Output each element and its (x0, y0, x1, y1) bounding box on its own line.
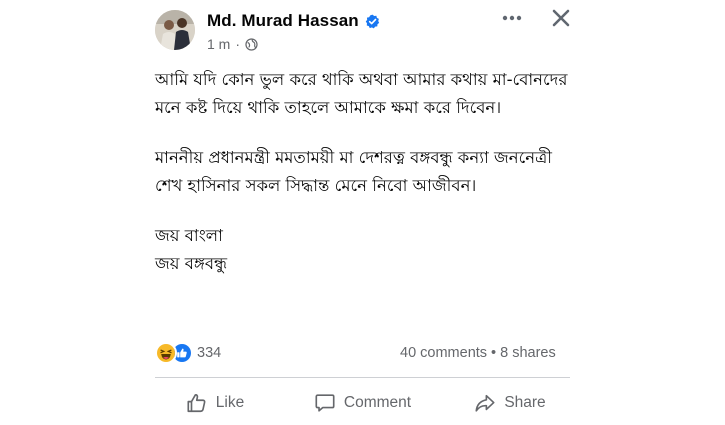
globe-icon[interactable] (245, 37, 258, 51)
avatar[interactable] (155, 10, 195, 50)
comment-bubble-icon (314, 392, 336, 414)
post-stats: 40 comments • 8 shares (400, 345, 556, 361)
post-paragraph: মাননীয় প্রধানমন্ত্রী মমতাময়ী মা দেশরত্… (155, 148, 552, 195)
divider (155, 377, 570, 378)
post-paragraph: জয় বঙ্গবন্ধু (155, 254, 228, 273)
shares-count[interactable]: 8 shares (500, 345, 556, 361)
like-label: Like (215, 394, 245, 411)
close-icon[interactable] (549, 6, 573, 30)
post-timestamp[interactable]: 1 m (207, 36, 230, 52)
facebook-post: Md. Murad Hassan 1 m · আমি যদি কোন ভুল ক… (0, 0, 725, 425)
verified-badge-icon (365, 14, 380, 29)
post-body: আমি যদি কোন ভুল করে থাকি অথবা আমার কথায়… (155, 66, 575, 278)
post-paragraph: জয় বাংলা (155, 226, 223, 245)
share-label: Share (504, 394, 546, 411)
reaction-count: 334 (197, 345, 222, 361)
author-row: Md. Murad Hassan (207, 10, 380, 32)
meta-separator: · (235, 36, 241, 52)
post-paragraph: আমি যদি কোন ভুল করে থাকি অথবা আমার কথায়… (155, 70, 568, 117)
reactions-summary[interactable]: 334 (155, 342, 221, 364)
comment-label: Comment (343, 394, 412, 411)
more-options-icon[interactable] (498, 8, 526, 28)
stats-separator: • (491, 345, 497, 361)
comment-button[interactable]: Comment (293, 385, 433, 421)
post-meta: 1 m · (207, 36, 258, 52)
like-button[interactable]: Like (155, 385, 275, 421)
share-button[interactable]: Share (450, 385, 570, 421)
haha-reaction-icon (155, 342, 177, 364)
comments-count[interactable]: 40 comments (400, 345, 487, 361)
action-bar: Like Comment Share (155, 385, 570, 421)
thumbs-up-icon (186, 392, 208, 414)
author-name[interactable]: Md. Murad Hassan (207, 11, 359, 31)
share-arrow-icon (474, 392, 496, 414)
